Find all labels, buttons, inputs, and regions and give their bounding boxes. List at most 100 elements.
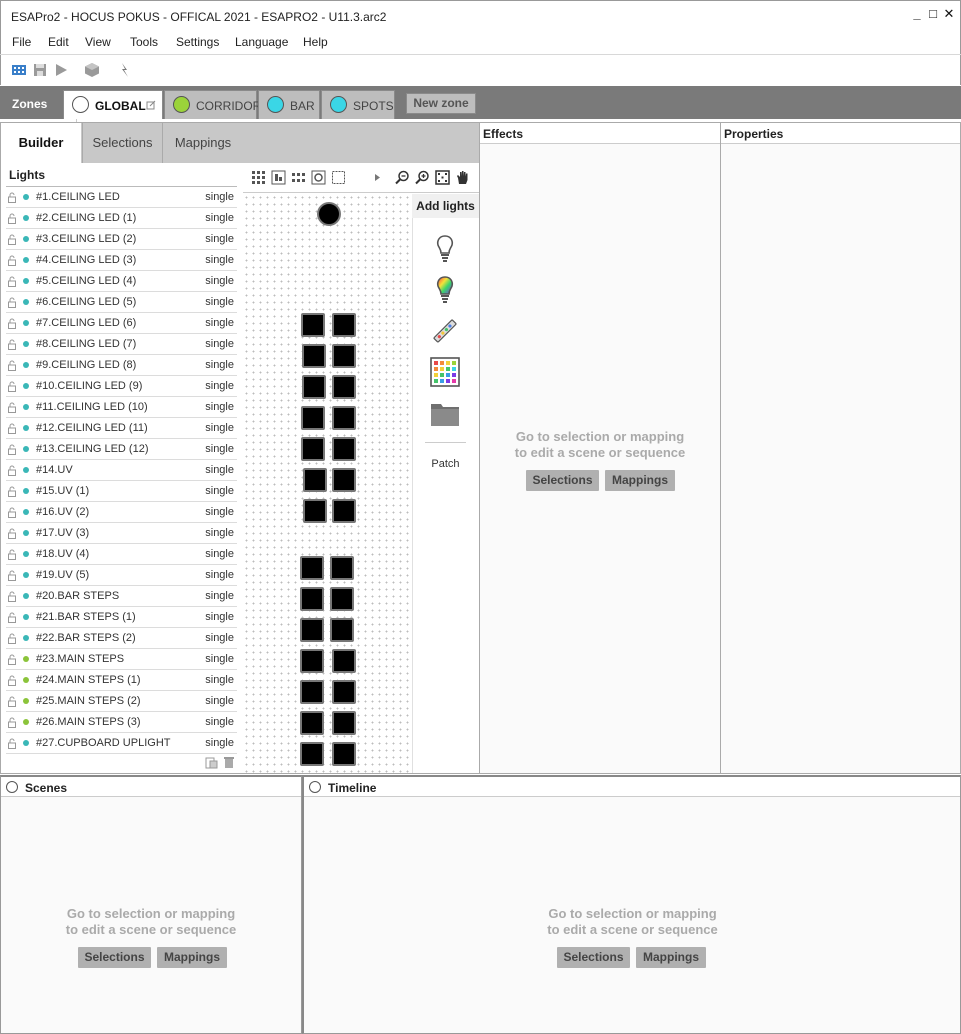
selections-button[interactable]: Selections [557,947,630,968]
light-row[interactable]: #21.BAR STEPS (1) single [6,607,237,628]
light-fixture[interactable] [332,406,356,430]
light-row[interactable]: #8.CEILING LED (7) single [6,334,237,355]
dmx-icon[interactable] [11,62,27,78]
light-row[interactable]: #12.CEILING LED (11) single [6,418,237,439]
light-row[interactable]: #9.CEILING LED (8) single [6,355,237,376]
distribute-icon[interactable] [291,170,306,185]
light-fixture[interactable] [332,437,356,461]
unlock-icon[interactable] [8,297,16,308]
light-row[interactable]: #5.CEILING LED (4) single [6,271,237,292]
unlock-icon[interactable] [8,549,16,560]
light-fixture[interactable] [301,313,325,337]
led-strip-icon[interactable] [430,316,460,346]
grid-icon[interactable] [251,170,266,185]
matrix-icon[interactable] [430,357,460,387]
unlock-icon[interactable] [8,465,16,476]
unlock-icon[interactable] [8,633,16,644]
light-fixture[interactable] [300,649,324,673]
light-row[interactable]: #2.CEILING LED (1) single [6,208,237,229]
light-fixture[interactable] [330,556,354,580]
light-row[interactable]: #14.UV single [6,460,237,481]
light-row[interactable]: #6.CEILING LED (5) single [6,292,237,313]
play-small-icon[interactable] [370,170,385,185]
save-icon[interactable] [32,62,48,78]
unlock-icon[interactable] [8,192,16,203]
light-row[interactable]: #20.BAR STEPS single [6,586,237,607]
patch-button[interactable]: Patch [412,458,479,470]
zone-tab-corridor[interactable]: CORRIDOR [164,90,261,119]
unlock-icon[interactable] [8,402,16,413]
light-fixture[interactable] [330,618,354,642]
light-fixture[interactable] [300,556,324,580]
selections-button[interactable]: Selections [78,947,151,968]
menu-file[interactable]: File [12,35,31,49]
light-fixture[interactable] [303,499,327,523]
unlock-icon[interactable] [8,360,16,371]
tab-mappings[interactable]: Mappings [162,123,243,163]
unlock-icon[interactable] [8,507,16,518]
close-button[interactable]: ✕ [941,6,957,22]
selections-button[interactable]: Selections [526,470,599,491]
menu-edit[interactable]: Edit [48,35,69,49]
unlock-icon[interactable] [8,654,16,665]
light-row[interactable]: #26.MAIN STEPS (3) single [6,712,237,733]
unlock-icon[interactable] [8,717,16,728]
align-icon[interactable] [271,170,286,185]
menu-language[interactable]: Language [235,35,288,49]
light-fixture[interactable] [300,711,324,735]
light-fixture[interactable] [317,202,341,226]
light-fixture[interactable] [332,742,356,766]
light-fixture[interactable] [300,587,324,611]
zoom-out-icon[interactable] [395,170,410,185]
unlock-icon[interactable] [8,570,16,581]
unlock-icon[interactable] [8,696,16,707]
minimize-button[interactable]: _ [909,6,925,22]
light-row[interactable]: #13.CEILING LED (12) single [6,439,237,460]
unlock-icon[interactable] [8,213,16,224]
mappings-button[interactable]: Mappings [605,470,675,491]
menu-settings[interactable]: Settings [176,35,219,49]
light-row[interactable]: #23.MAIN STEPS single [6,649,237,670]
light-fixture[interactable] [332,375,356,399]
play-icon[interactable] [53,62,69,78]
unlock-icon[interactable] [8,591,16,602]
light-row[interactable]: #11.CEILING LED (10) single [6,397,237,418]
zone-tab-bar[interactable]: BAR [258,90,320,119]
pointer-icon[interactable] [117,62,133,78]
rotate-icon[interactable] [311,170,326,185]
light-fixture[interactable] [300,618,324,642]
paste-icon[interactable] [205,756,218,769]
unlock-icon[interactable] [8,423,16,434]
light-fixture[interactable] [332,711,356,735]
rgb-bulb-icon[interactable] [430,274,460,304]
new-zone-button[interactable]: New zone [406,93,476,114]
zone-tab-spots[interactable]: SPOTS [321,90,395,119]
unlock-icon[interactable] [8,612,16,623]
unlock-icon[interactable] [8,255,16,266]
light-row[interactable]: #15.UV (1) single [6,481,237,502]
unlock-icon[interactable] [8,339,16,350]
edit-icon[interactable] [146,100,156,110]
select-box-icon[interactable] [331,170,346,185]
cube-icon[interactable] [84,62,100,78]
fit-icon[interactable] [435,170,450,185]
light-fixture[interactable] [302,375,326,399]
unlock-icon[interactable] [8,444,16,455]
light-fixture[interactable] [300,742,324,766]
light-row[interactable]: #22.BAR STEPS (2) single [6,628,237,649]
light-fixture[interactable] [332,313,356,337]
light-row[interactable]: #16.UV (2) single [6,502,237,523]
light-fixture[interactable] [330,587,354,611]
light-row[interactable]: #3.CEILING LED (2) single [6,229,237,250]
light-fixture[interactable] [332,499,356,523]
folder-icon[interactable] [430,399,460,429]
mappings-button[interactable]: Mappings [157,947,227,968]
unlock-icon[interactable] [8,738,16,749]
light-row[interactable]: #10.CEILING LED (9) single [6,376,237,397]
bulb-icon[interactable] [430,233,460,263]
light-row[interactable]: #7.CEILING LED (6) single [6,313,237,334]
unlock-icon[interactable] [8,381,16,392]
trash-icon[interactable] [223,756,235,769]
unlock-icon[interactable] [8,486,16,497]
unlock-icon[interactable] [8,528,16,539]
